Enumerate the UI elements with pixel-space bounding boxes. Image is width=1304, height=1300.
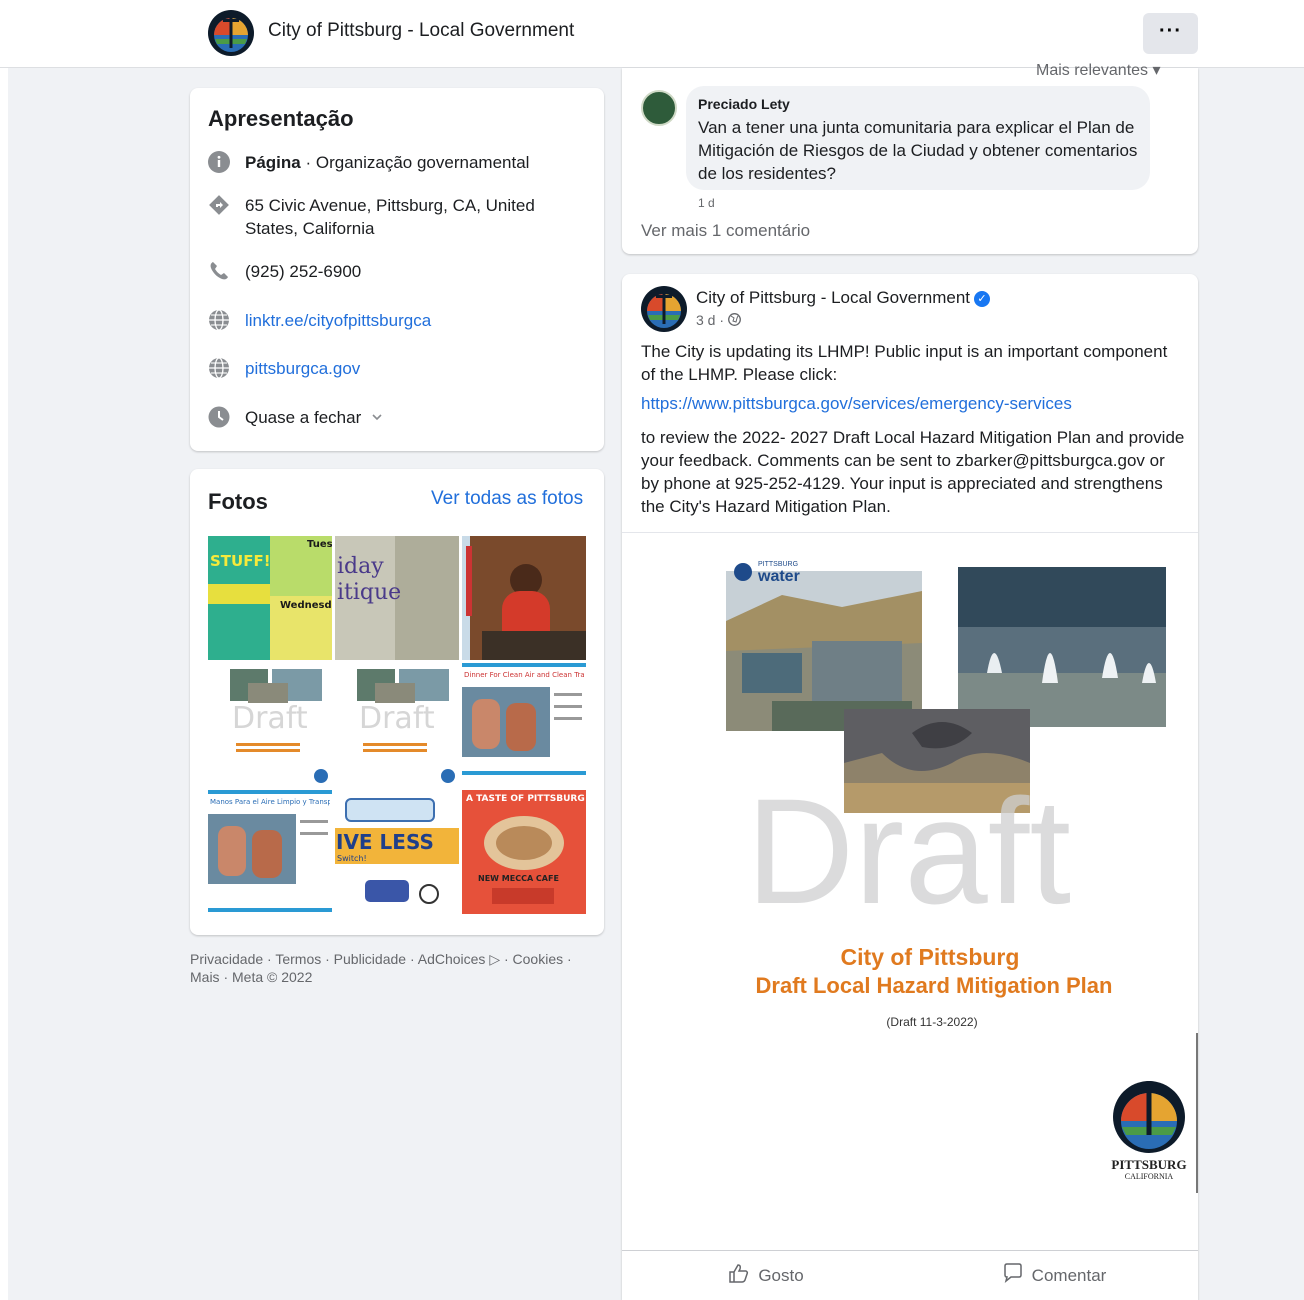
intro-category-value: · Organização governamental <box>300 153 530 172</box>
cover-logo-text: PITTSBURG <box>1111 1157 1186 1172</box>
photos-card: Fotos Ver todas as fotos STUFF! Tues Wed… <box>190 469 604 935</box>
comment-text: Van a tener una junta comunitaria para e… <box>698 118 1138 183</box>
photo-tile[interactable]: iday itique <box>335 536 459 660</box>
draft-watermark: Draft <box>746 767 1071 935</box>
intro-link2-row: pittsburgca.gov <box>208 357 360 380</box>
more-options-button[interactable]: ··· <box>1143 13 1198 54</box>
comment-label: Comentar <box>1031 1265 1107 1285</box>
photo-tile[interactable]: STUFF! Tues Wednesda <box>208 536 332 660</box>
photo-tile[interactable] <box>462 536 586 660</box>
commenter-avatar[interactable] <box>641 90 677 126</box>
lhmp-cover-image: PITTSBURG water Draft City of Pittsburg … <box>726 561 1198 1193</box>
photo-tile[interactable]: Manos Para el Aire Limpio y Transport <box>208 790 332 914</box>
intro-link-linktree[interactable]: linktr.ee/cityofpittsburgca <box>245 309 431 332</box>
info-icon <box>208 151 230 173</box>
intro-card: Apresentação Página · Organização govern… <box>190 88 604 451</box>
photo-tile[interactable]: IVE LESS Switch! <box>335 790 459 914</box>
post-image[interactable]: PITTSBURG water Draft City of Pittsburg … <box>622 532 1198 1250</box>
comment-icon <box>1002 1262 1024 1289</box>
post-text-intro: The City is updating its LHMP! Public in… <box>641 342 1168 384</box>
photos-title: Fotos <box>208 489 268 514</box>
photo-tile[interactable]: A TASTE OF PITTSBURG NEW MECCA CAFE <box>462 790 586 914</box>
post-action-bar: Gosto Comentar <box>622 1250 1198 1300</box>
chevron-down-icon[interactable] <box>371 410 383 428</box>
intro-category-row: Página · Organização governamental <box>208 151 529 174</box>
post-meta[interactable]: 3 d · <box>696 312 741 329</box>
photo-tile[interactable]: Draft <box>335 663 459 787</box>
thumbs-up-icon <box>728 1262 750 1289</box>
comment-card: Mais relevantes ▾ Preciado Lety Van a te… <box>622 62 1198 254</box>
intro-address[interactable]: 65 Civic Avenue, Pittsburg, CA, United S… <box>245 194 555 240</box>
photo-grid: STUFF! Tues Wednesda iday itique Draft <box>208 536 586 914</box>
intro-address-row: 65 Civic Avenue, Pittsburg, CA, United S… <box>208 194 555 240</box>
globe-icon <box>208 309 230 331</box>
clock-icon <box>208 406 230 428</box>
comment-timestamp[interactable]: 1 d <box>698 196 715 210</box>
intro-phone-row: (925) 252-6900 <box>208 260 361 283</box>
intro-link-website[interactable]: pittsburgca.gov <box>245 357 360 380</box>
phone-icon <box>208 260 230 282</box>
cover-subtitle: (Draft 11-3-2022) <box>886 1015 977 1029</box>
cover-title-plan: Draft Local Hazard Mitigation Plan <box>756 973 1113 998</box>
verified-badge-icon: ✓ <box>974 290 991 307</box>
post-link[interactable]: https://www.pittsburgca.gov/services/eme… <box>641 394 1072 414</box>
page-title[interactable]: City of Pittsburg - Local Government <box>268 20 574 42</box>
globe-icon <box>208 357 230 379</box>
comment-bubble: Preciado Lety Van a tener una junta comu… <box>686 86 1150 190</box>
intro-title: Apresentação <box>208 106 354 131</box>
footer-links[interactable]: Privacidade · Termos · Publicidade · AdC… <box>190 950 604 986</box>
intro-category-label: Página <box>245 153 301 172</box>
intro-link1-row: linktr.ee/cityofpittsburgca <box>208 309 431 332</box>
like-label: Gosto <box>758 1265 804 1285</box>
comment-sort-dropdown[interactable]: Mais relevantes ▾ <box>1036 60 1161 80</box>
page-logo[interactable] <box>207 9 255 57</box>
cover-title-city: City of Pittsburg <box>841 944 1020 970</box>
directions-icon <box>208 194 230 216</box>
see-all-photos-link[interactable]: Ver todas as fotos <box>431 488 583 510</box>
photo-tile[interactable]: Dinner For Clean Air and Clean Transp <box>462 663 586 787</box>
post-author-avatar[interactable] <box>640 285 688 333</box>
like-button[interactable]: Gosto <box>622 1251 910 1300</box>
comment-button[interactable]: Comentar <box>910 1251 1198 1300</box>
commenter-name[interactable]: Preciado Lety <box>698 96 790 112</box>
public-globe-icon <box>727 313 741 329</box>
cover-brand-sub: water <box>757 568 800 585</box>
left-edge <box>0 68 8 1300</box>
page-header-bar: City of Pittsburg - Local Government ··· <box>0 0 1304 68</box>
view-more-comments-link[interactable]: Ver mais 1 comentário <box>641 221 810 241</box>
cover-brand-text: PITTSBURG <box>758 561 798 568</box>
intro-phone[interactable]: (925) 252-6900 <box>245 260 361 283</box>
post-author-name[interactable]: City of Pittsburg - Local Government ✓ <box>696 288 991 308</box>
post-text-body: to review the 2022- 2027 Draft Local Haz… <box>641 428 1185 516</box>
intro-hours: Quase a fechar <box>245 408 362 427</box>
photo-tile[interactable]: Draft <box>208 663 332 787</box>
pittsburg-logo-icon <box>1113 1081 1185 1153</box>
intro-hours-row[interactable]: Quase a fechar <box>208 406 383 429</box>
cover-logo-sub: CALIFORNIA <box>1125 1172 1174 1181</box>
post-card: City of Pittsburg - Local Government ✓ 3 … <box>622 274 1198 1300</box>
